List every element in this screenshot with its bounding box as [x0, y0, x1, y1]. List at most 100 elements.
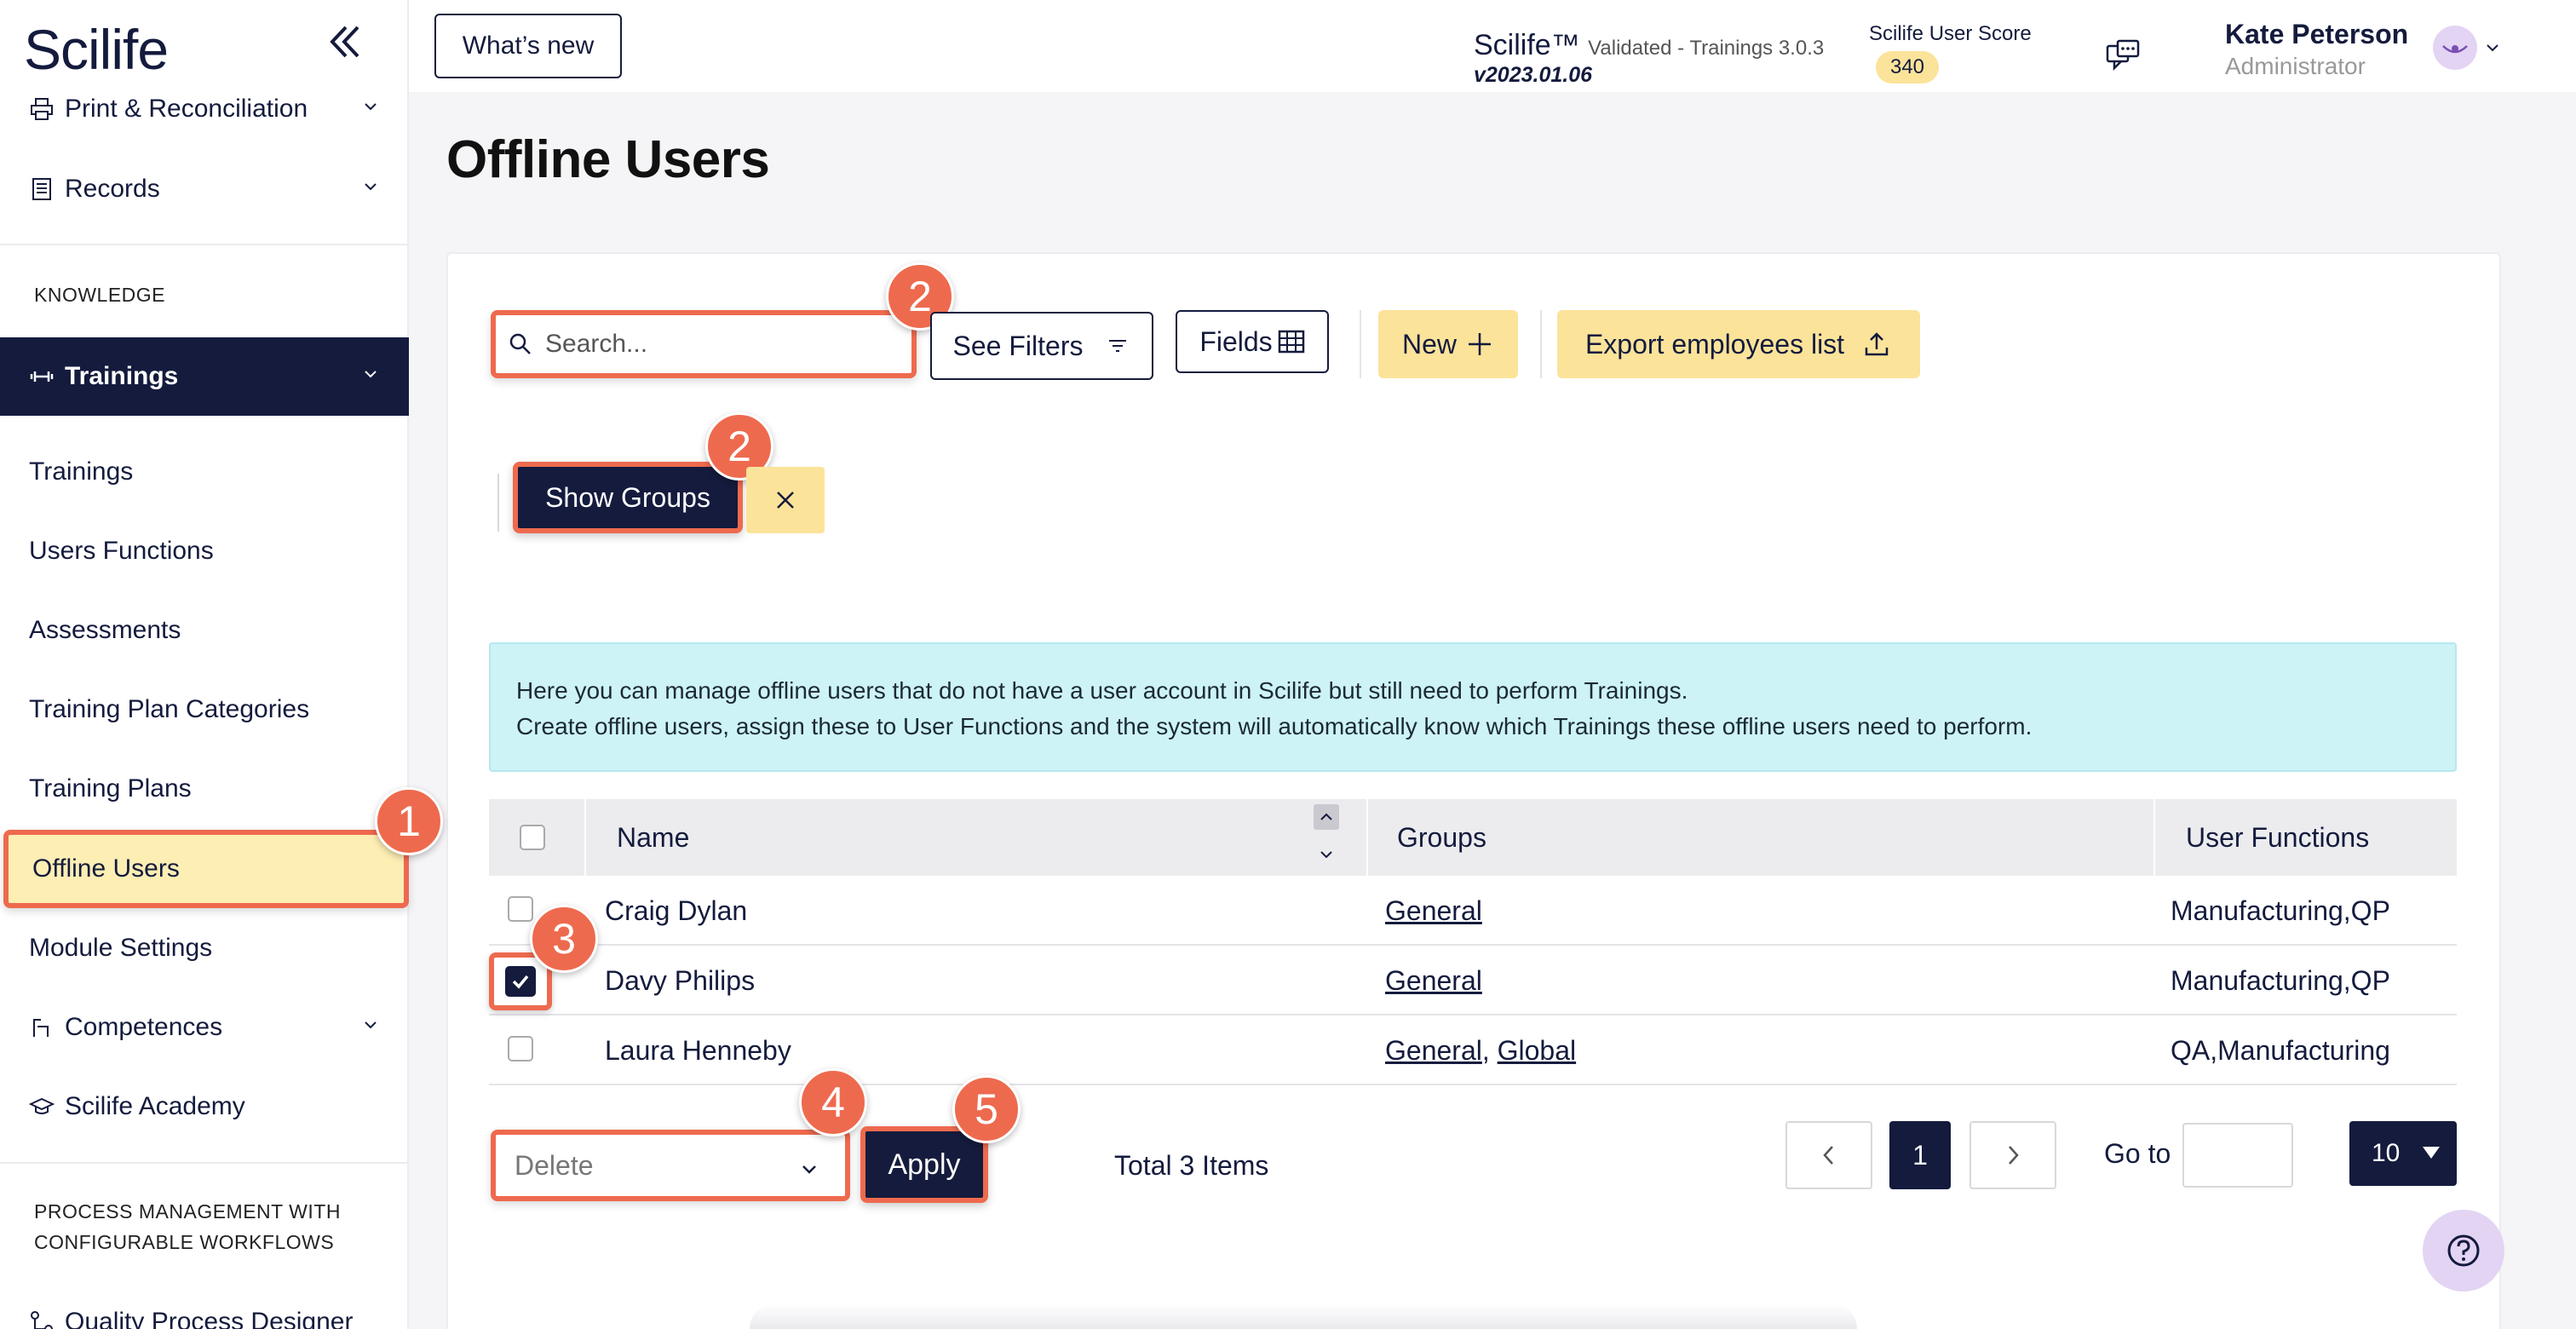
sidebar-item-trainings-group[interactable]: Trainings: [0, 337, 409, 416]
go-to-page-input[interactable]: [2182, 1123, 2293, 1188]
row-name[interactable]: Craig Dylan: [605, 876, 747, 946]
upload-icon: [1865, 332, 1889, 356]
group-link[interactable]: General: [1385, 965, 1482, 997]
close-icon: [777, 492, 794, 509]
export-employees-button[interactable]: Export employees list: [1557, 310, 1920, 378]
callout-badge: 3: [530, 905, 598, 973]
sidebar-item-records[interactable]: Records: [0, 150, 409, 228]
collapse-sidebar-icon[interactable]: [322, 19, 368, 65]
table-header: Name Groups User Functions: [489, 799, 2457, 876]
clear-groups-button[interactable]: [746, 467, 825, 533]
avatar[interactable]: [2433, 26, 2477, 70]
see-filters-button[interactable]: See Filters: [930, 312, 1153, 380]
sort-ascending-icon[interactable]: [1314, 804, 1339, 830]
sidebar-item-label: Competences: [65, 1013, 223, 1041]
see-filters-label: See Filters: [952, 330, 1084, 361]
toolbar-divider: [1360, 310, 1361, 378]
chevron-down-icon: [365, 1021, 377, 1029]
version-label: v2023.01.06: [1474, 63, 1593, 87]
info-text-line: Here you can manage offline users that d…: [516, 677, 1688, 704]
sidebar-divider: [0, 244, 409, 245]
user-name[interactable]: Kate Peterson: [2225, 19, 2408, 50]
sidebar-item-competences[interactable]: Competences: [0, 988, 409, 1067]
row-checkbox[interactable]: [508, 1036, 533, 1061]
row-user-functions: QA,Manufacturing: [2171, 1034, 2390, 1066]
group-link[interactable]: General: [1385, 895, 1482, 927]
user-score-badge: 340: [1876, 51, 1939, 83]
sidebar-item-assessments[interactable]: Assessments: [0, 591, 409, 670]
new-label: New: [1401, 328, 1457, 360]
chevron-right-icon: [2009, 1146, 2019, 1165]
caret-down-icon: [2423, 1147, 2440, 1159]
eye-avatar-icon: [2442, 45, 2468, 54]
new-button[interactable]: New: [1378, 310, 1518, 378]
competences-icon: [29, 1015, 55, 1040]
sidebar-item-module-settings[interactable]: Module Settings: [0, 909, 409, 987]
chevron-down-icon: [365, 103, 377, 111]
whats-new-button[interactable]: What’s new: [434, 14, 622, 78]
row-user-functions: Manufacturing,QP: [2171, 964, 2390, 996]
callout-badge: 1: [375, 787, 443, 855]
column-header-name[interactable]: Name: [617, 799, 689, 876]
chat-icon[interactable]: [2104, 37, 2142, 75]
row-name[interactable]: Davy Philips: [605, 946, 755, 1015]
chevron-down-icon[interactable]: [2484, 39, 2501, 56]
total-items-label: Total 3 Items: [1114, 1150, 1269, 1181]
workflow-icon: [29, 1309, 55, 1329]
table-row: Laura Henneby General, Global QA,Manufac…: [489, 1015, 2457, 1085]
table-grid-icon: [1278, 330, 1304, 354]
chevron-down-icon: [802, 1165, 816, 1174]
page-size-select[interactable]: 10: [2349, 1121, 2457, 1186]
page-title: Offline Users: [446, 130, 770, 189]
brand-name: Scilife™: [1474, 29, 1580, 61]
records-icon: [29, 176, 55, 202]
row-groups: General: [1385, 876, 1482, 946]
user-score-label: Scilife User Score: [1869, 22, 2032, 45]
sidebar-item-training-plans[interactable]: Training Plans: [0, 750, 409, 828]
export-label: Export employees list: [1584, 328, 1845, 360]
sidebar: Scilife Print & Reconciliation Records K…: [0, 0, 409, 1329]
fields-button[interactable]: Fields: [1176, 310, 1329, 373]
column-header-user-functions[interactable]: User Functions: [2186, 799, 2369, 876]
sidebar-item-quality-process-designer[interactable]: Quality Process Designer: [0, 1283, 409, 1329]
show-groups-button[interactable]: Show Groups: [513, 462, 743, 533]
bulk-action-value: Delete: [515, 1149, 594, 1181]
sidebar-item-label: Quality Process Designer: [65, 1308, 354, 1329]
sidebar-item-users-functions[interactable]: Users Functions: [0, 512, 409, 590]
prev-page-button[interactable]: [1785, 1121, 1872, 1189]
graduation-cap-icon: [28, 1094, 55, 1119]
brand-subtitle: Validated - Trainings 3.0.3: [1588, 37, 1825, 60]
sidebar-item-print-reconciliation[interactable]: Print & Reconciliation: [0, 70, 409, 148]
info-text-line: Create offline users, assign these to Us…: [516, 713, 2033, 739]
chevron-left-icon: [1823, 1146, 1833, 1165]
chevron-down-icon: [365, 183, 377, 191]
next-page-button[interactable]: [1969, 1121, 2056, 1189]
filter-icon: [1109, 340, 1127, 352]
sort-descending-icon[interactable]: [1314, 842, 1339, 867]
search-field[interactable]: [491, 310, 917, 378]
dumbbell-icon: [29, 364, 55, 389]
help-button[interactable]: [2423, 1210, 2504, 1292]
select-all-checkbox[interactable]: [520, 825, 545, 850]
row-name[interactable]: Laura Henneby: [605, 1015, 791, 1085]
column-header-groups[interactable]: Groups: [1397, 799, 1486, 876]
row-checkbox[interactable]: [508, 896, 533, 922]
callout-badge: 4: [799, 1068, 867, 1136]
column-divider: [584, 799, 586, 876]
search-input[interactable]: [545, 330, 886, 359]
bulk-action-select[interactable]: Delete: [491, 1130, 850, 1201]
page-1-button[interactable]: 1: [1889, 1121, 1951, 1189]
column-divider: [2153, 799, 2155, 876]
sidebar-item-offline-users[interactable]: Offline Users: [3, 830, 409, 908]
sidebar-item-scilife-academy[interactable]: Scilife Academy: [0, 1067, 409, 1146]
row-groups: General, Global: [1385, 1015, 1576, 1085]
section-label-knowledge: KNOWLEDGE: [34, 284, 166, 306]
sidebar-item-training-plan-categories[interactable]: Training Plan Categories: [0, 670, 409, 749]
page-size-value: 10: [2372, 1139, 2401, 1167]
column-divider: [1366, 799, 1368, 876]
toolbar-divider: [1540, 310, 1542, 378]
top-bar: What’s new Scilife™ Validated - Training…: [409, 0, 2576, 92]
sidebar-item-trainings[interactable]: Trainings: [0, 433, 409, 511]
group-link[interactable]: Global: [1498, 1035, 1577, 1067]
group-link[interactable]: General: [1385, 1035, 1482, 1067]
